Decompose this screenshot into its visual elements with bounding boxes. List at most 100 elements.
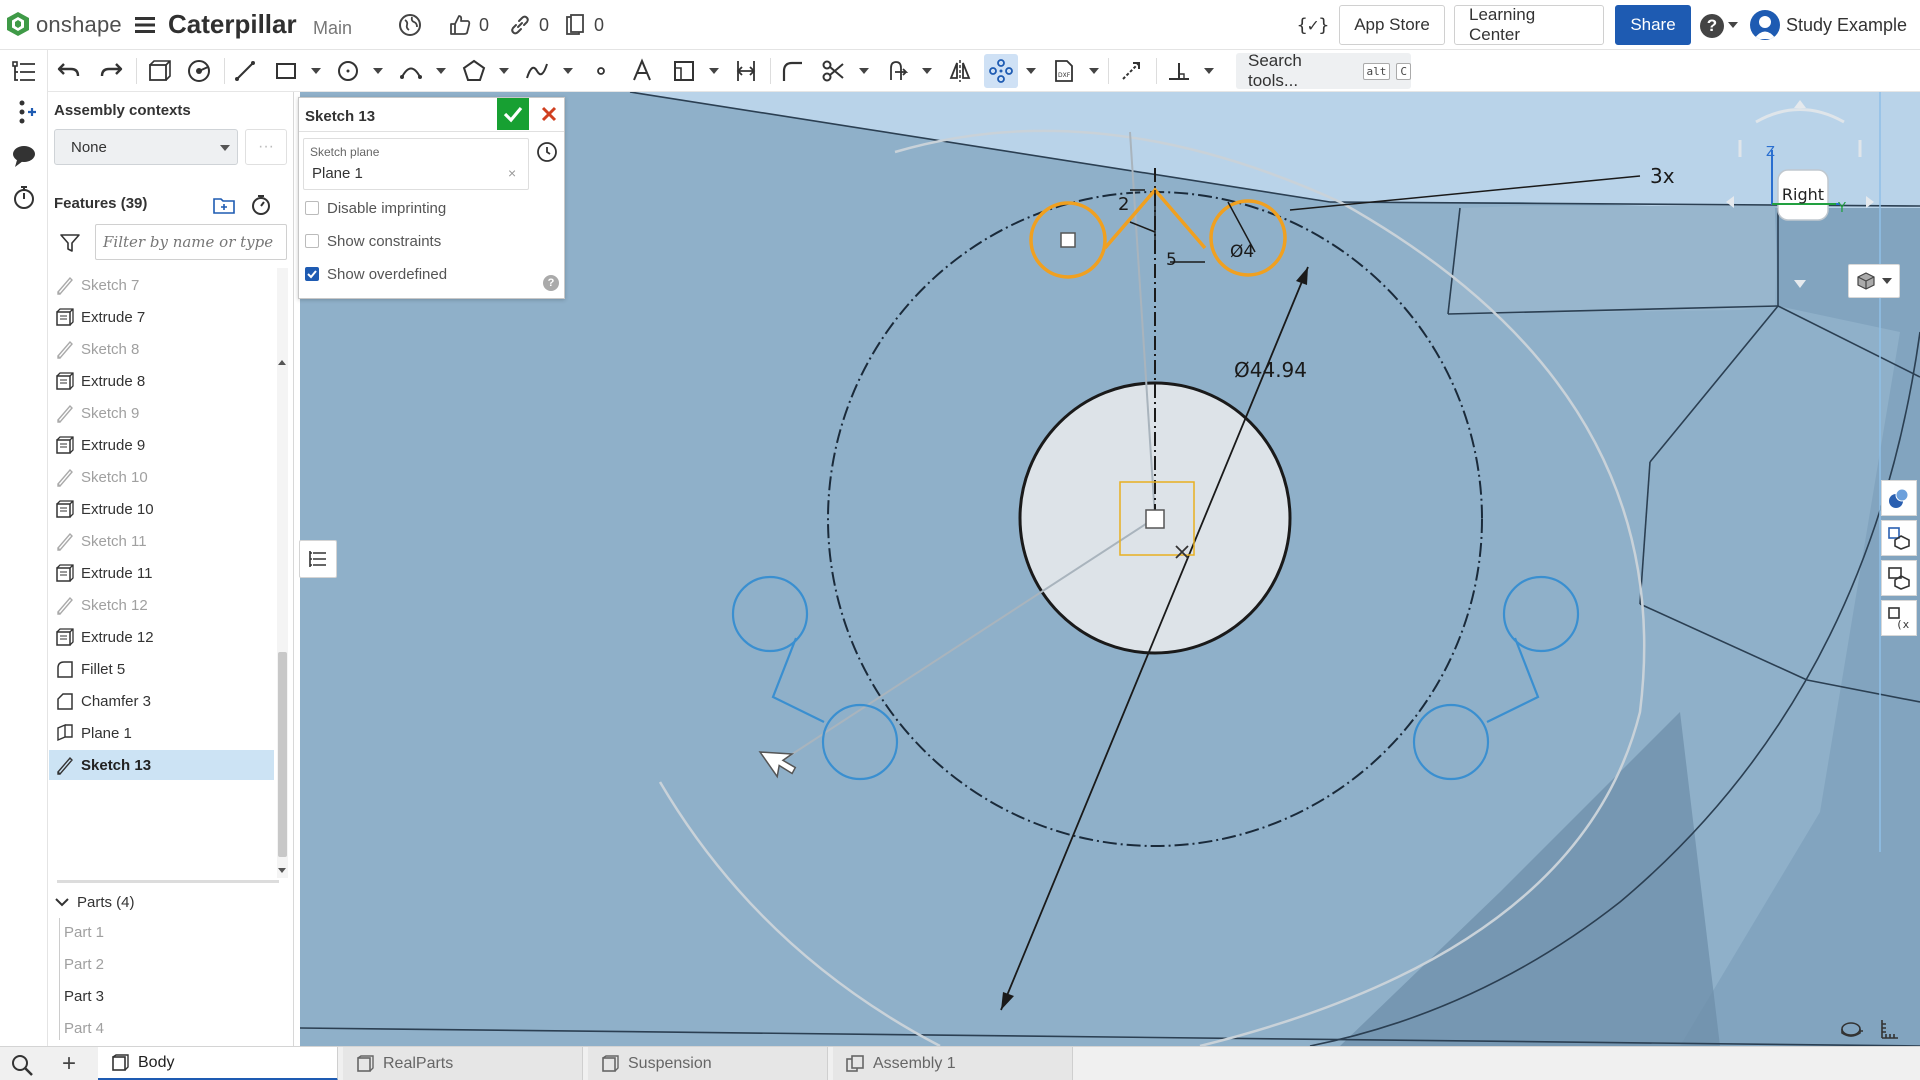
- diameter-dimension-label[interactable]: Ø44.94: [1234, 358, 1307, 382]
- part-item[interactable]: Part 3: [64, 982, 104, 1010]
- feature-item-plane-1[interactable]: Plane 1: [49, 718, 274, 748]
- help-icon[interactable]: ?: [1700, 14, 1724, 38]
- hamburger-menu-icon[interactable]: [134, 14, 156, 36]
- show-overdefined-row[interactable]: Show overdefined: [305, 262, 447, 286]
- feature-item-sketch-13[interactable]: Sketch 13: [49, 750, 274, 780]
- rollback-timer-icon[interactable]: [249, 193, 273, 217]
- rectangle-dropdown-caret-icon[interactable]: [311, 68, 321, 74]
- sketch-fillet-tool-button[interactable]: [775, 54, 809, 88]
- polygon-tool-button[interactable]: [457, 54, 491, 88]
- part-item[interactable]: Part 2: [64, 950, 104, 978]
- use-tool-button[interactable]: [880, 54, 914, 88]
- learning-center-button[interactable]: Learning Center: [1454, 5, 1604, 45]
- document-title[interactable]: Caterpillar: [168, 9, 297, 40]
- show-constraints-row[interactable]: Show constraints: [305, 229, 441, 253]
- line-tool-button[interactable]: [228, 54, 262, 88]
- feature-item-sketch-9[interactable]: Sketch 9: [49, 398, 274, 428]
- cancel-sketch-button[interactable]: [533, 98, 565, 130]
- variables-panel-button[interactable]: (x): [1881, 600, 1917, 636]
- disable-imprinting-checkbox[interactable]: [305, 201, 319, 215]
- origin-point[interactable]: [1145, 509, 1165, 529]
- construction-tool-button[interactable]: [1114, 54, 1148, 88]
- help-dropdown-caret-icon[interactable]: [1728, 22, 1738, 28]
- filter-funnel-icon[interactable]: [59, 232, 81, 254]
- feature-item-sketch-10[interactable]: Sketch 10: [49, 462, 274, 492]
- feature-item-sketch-12[interactable]: Sketch 12: [49, 590, 274, 620]
- body-side-face[interactable]: [1448, 206, 1778, 314]
- tab-suspension[interactable]: Suspension: [588, 1047, 828, 1080]
- accept-sketch-button[interactable]: [497, 98, 529, 130]
- circle-dropdown-caret-icon[interactable]: [373, 68, 383, 74]
- assembly-context-select[interactable]: None: [54, 129, 238, 165]
- redo-button[interactable]: [94, 54, 128, 88]
- show-overdefined-checkbox[interactable]: [305, 267, 319, 281]
- circle-tool-button[interactable]: [331, 54, 365, 88]
- text-tool-button[interactable]: [625, 54, 659, 88]
- sketch-point[interactable]: [1060, 232, 1076, 248]
- feature-item-chamfer-3[interactable]: Chamfer 3: [49, 686, 274, 716]
- feature-item-extrude-9[interactable]: Extrude 9: [49, 430, 274, 460]
- user-avatar[interactable]: [1750, 10, 1780, 40]
- feature-item-extrude-8[interactable]: Extrude 8: [49, 366, 274, 396]
- feature-list-icon[interactable]: [10, 58, 38, 86]
- polygon-dropdown-caret-icon[interactable]: [499, 68, 509, 74]
- use-dropdown-caret-icon[interactable]: [922, 68, 932, 74]
- feature-item-sketch-8[interactable]: Sketch 8: [49, 334, 274, 364]
- feature-item-extrude-11[interactable]: Extrude 11: [49, 558, 274, 588]
- feature-item-fillet-5[interactable]: Fillet 5: [49, 654, 274, 684]
- user-name[interactable]: Study Example: [1786, 15, 1907, 36]
- rectangle-tool-button[interactable]: [269, 54, 303, 88]
- view-cube-face-label[interactable]: Right: [1782, 185, 1824, 204]
- insert-image-tool-button[interactable]: [667, 54, 701, 88]
- scroll-down-arrow-icon[interactable]: [278, 868, 286, 873]
- spline-dropdown-caret-icon[interactable]: [563, 68, 573, 74]
- appearance-panel-button[interactable]: [1881, 480, 1917, 516]
- sketch-list-toggle-button[interactable]: [299, 540, 337, 578]
- feature-filter-input[interactable]: Filter by name or type: [95, 224, 287, 260]
- arc-dropdown-caret-icon[interactable]: [436, 68, 446, 74]
- scroll-up-arrow-icon[interactable]: [278, 360, 286, 365]
- dimension-small-1[interactable]: 2: [1118, 194, 1129, 215]
- measure-tool-button[interactable]: [1838, 1015, 1866, 1043]
- add-variable-icon[interactable]: [10, 98, 38, 126]
- branch-name[interactable]: Main: [313, 18, 352, 39]
- feature-item-sketch-11[interactable]: Sketch 11: [49, 526, 274, 556]
- revolve-tool-button[interactable]: [182, 54, 216, 88]
- sketch-history-icon[interactable]: [535, 140, 559, 164]
- tab-body[interactable]: Body: [98, 1047, 338, 1080]
- mirror-tool-button[interactable]: [943, 54, 977, 88]
- featurescript-icon[interactable]: {✓}: [1297, 12, 1330, 38]
- copies-button[interactable]: 0: [563, 12, 604, 38]
- add-folder-icon[interactable]: [212, 195, 236, 215]
- constraint-dropdown-caret-icon[interactable]: [1204, 68, 1214, 74]
- spline-tool-button[interactable]: [520, 54, 554, 88]
- onshape-logo-icon[interactable]: [6, 11, 30, 37]
- configurations-panel-button[interactable]: [1881, 520, 1917, 556]
- brand-wordmark[interactable]: onshape: [36, 12, 122, 38]
- app-store-button[interactable]: App Store: [1339, 5, 1445, 45]
- dialog-help-icon[interactable]: ?: [543, 275, 559, 291]
- point-tool-button[interactable]: [584, 54, 618, 88]
- feature-item-sketch-7[interactable]: Sketch 7: [49, 270, 274, 300]
- show-constraints-checkbox[interactable]: [305, 234, 319, 248]
- search-tools-input[interactable]: Search tools... alt C: [1236, 51, 1411, 90]
- dxf-dropdown-caret-icon[interactable]: [1089, 68, 1099, 74]
- history-timer-icon[interactable]: [10, 184, 38, 212]
- trim-dropdown-caret-icon[interactable]: [859, 68, 869, 74]
- dxf-export-tool-button[interactable]: DXF: [1047, 54, 1081, 88]
- mass-properties-panel-button[interactable]: [1881, 560, 1917, 596]
- links-button[interactable]: 0: [508, 12, 549, 38]
- panel-resize-divider[interactable]: [57, 880, 279, 883]
- parts-section-header[interactable]: Parts (4): [55, 889, 135, 915]
- dimension-small-2[interactable]: 5: [1166, 250, 1177, 270]
- assembly-context-more-button[interactable]: ···: [245, 129, 287, 165]
- constraint-tool-button[interactable]: [1162, 54, 1196, 88]
- pattern-dropdown-caret-icon[interactable]: [1026, 68, 1036, 74]
- clear-plane-icon[interactable]: ×: [508, 165, 516, 181]
- comments-icon[interactable]: [10, 142, 38, 170]
- dimension-small-3[interactable]: Ø4: [1230, 242, 1254, 262]
- feature-item-extrude-12[interactable]: Extrude 12: [49, 622, 274, 652]
- add-tab-button[interactable]: +: [56, 1050, 82, 1077]
- public-globe-button[interactable]: [398, 12, 422, 38]
- circular-pattern-tool-button[interactable]: [984, 54, 1018, 88]
